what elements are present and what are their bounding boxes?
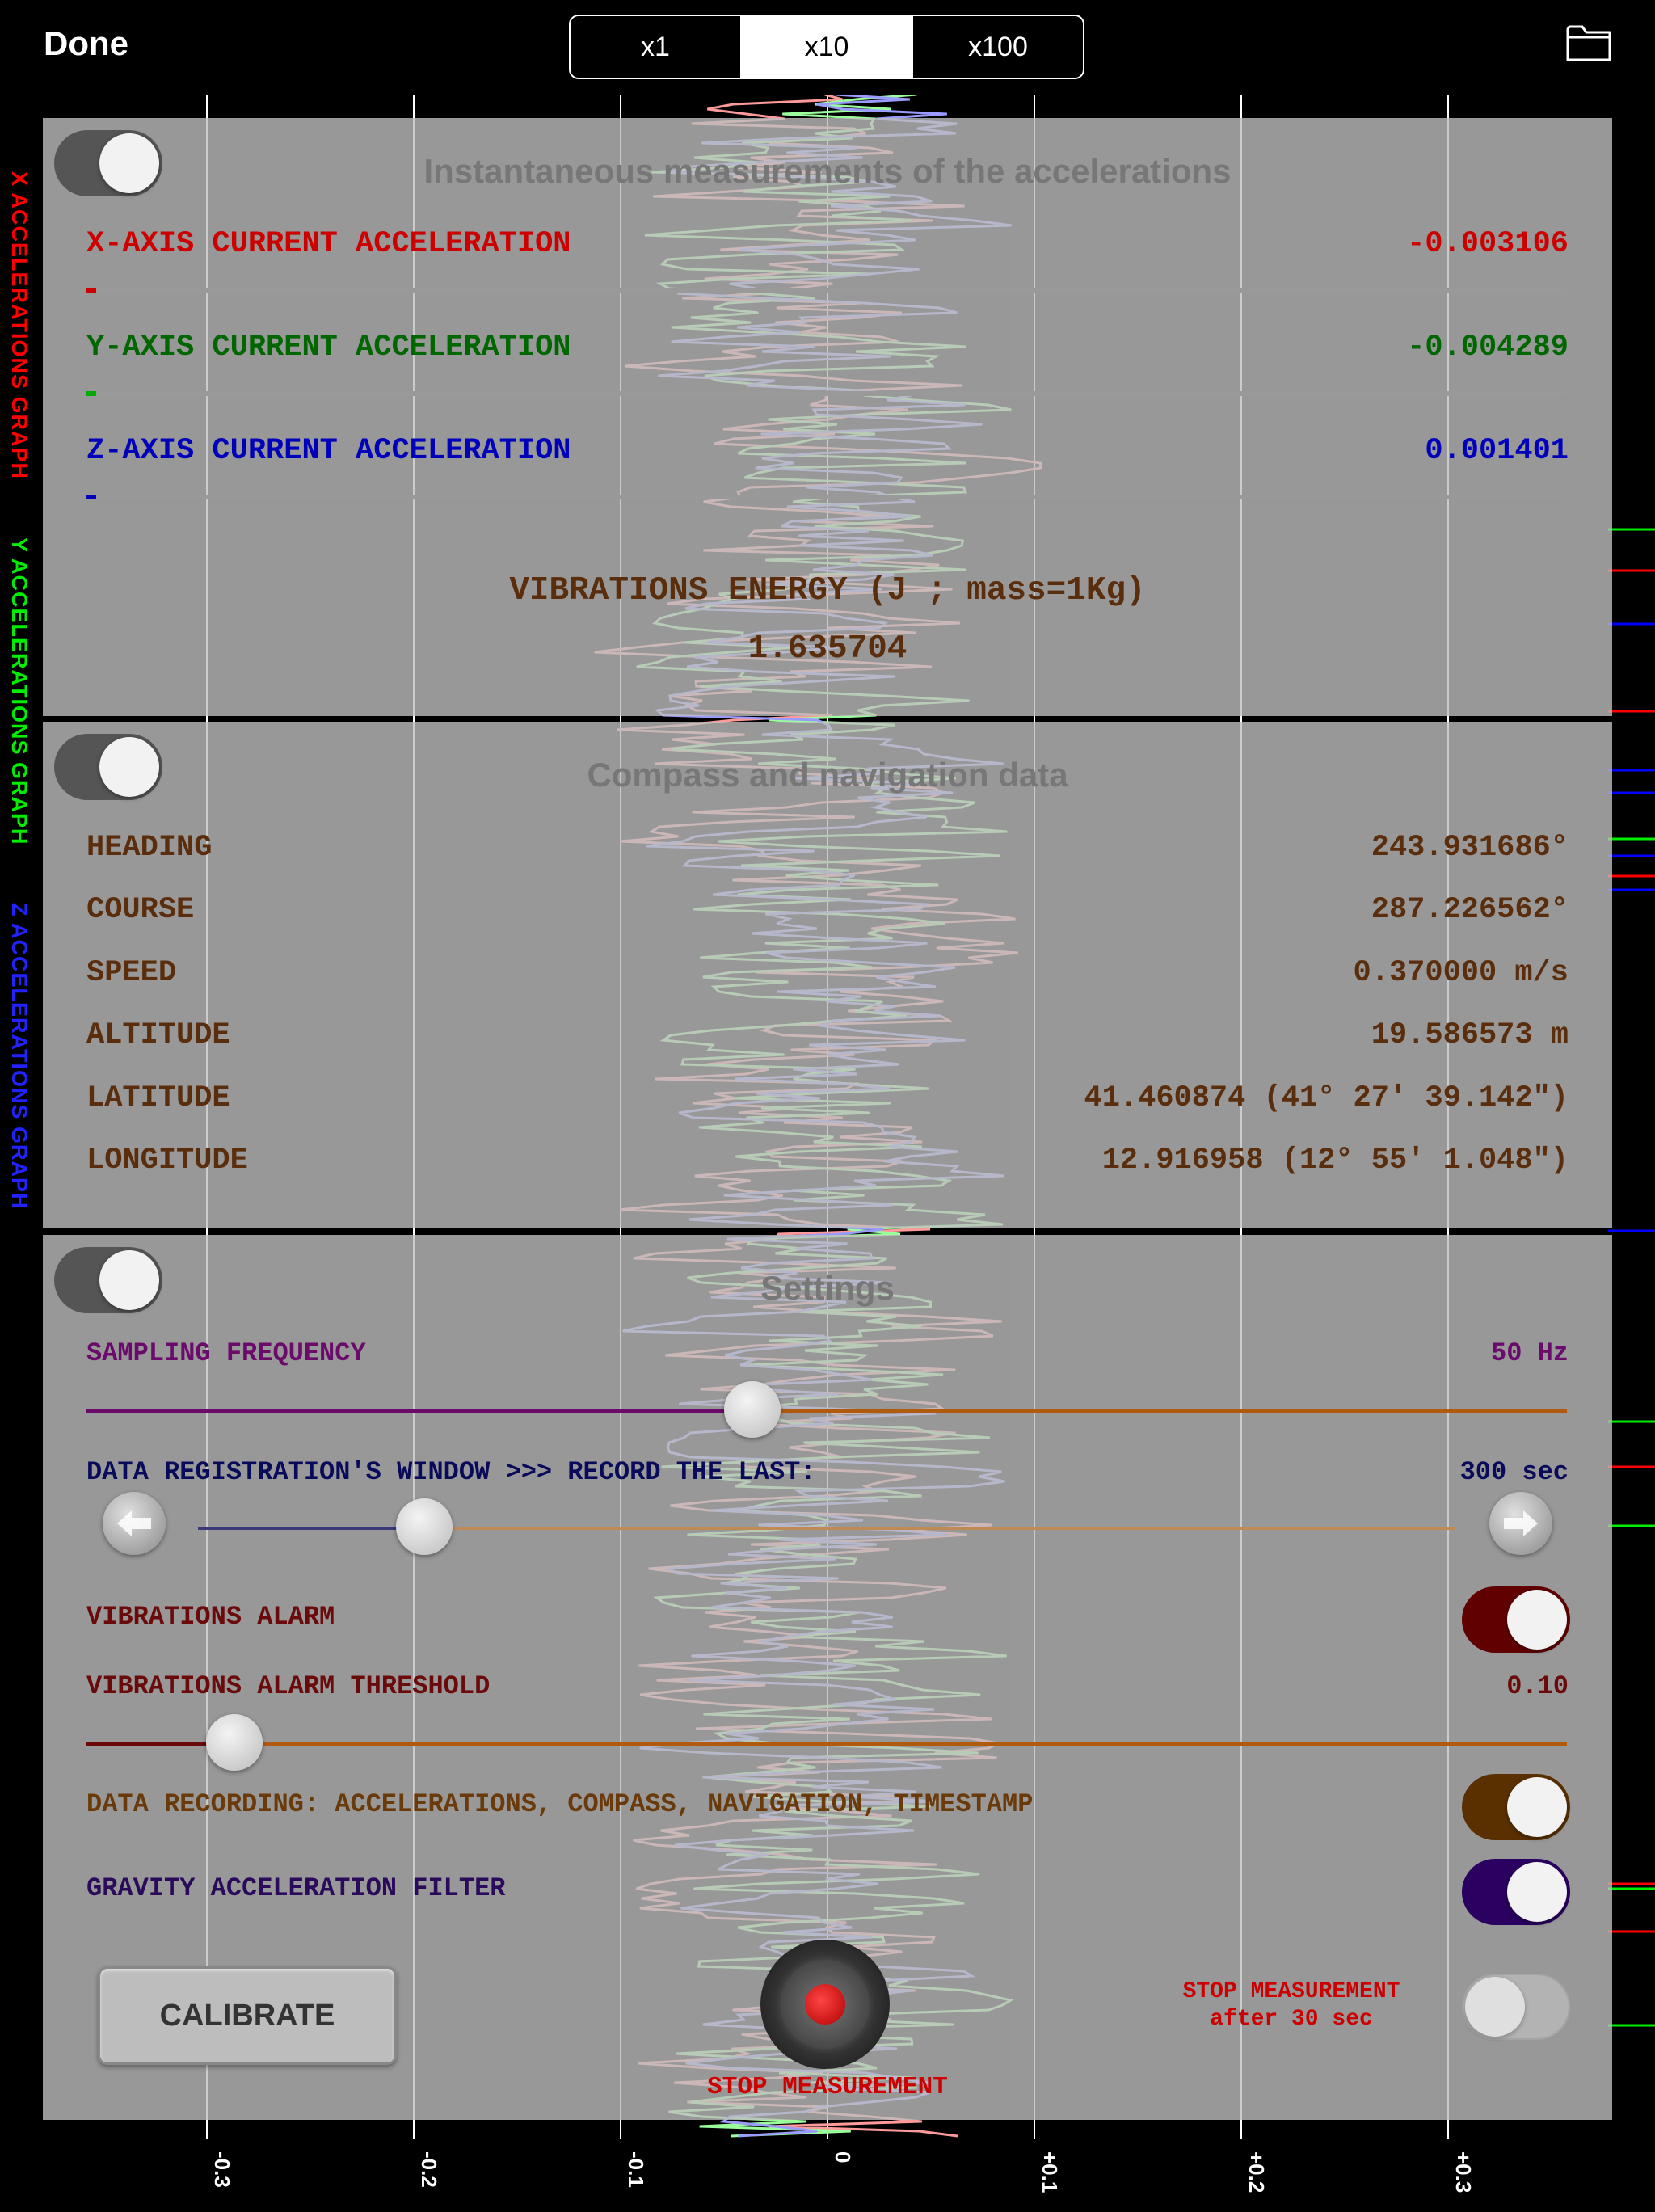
gravity-filter-toggle[interactable] <box>1462 1859 1570 1925</box>
calibrate-button[interactable]: CALIBRATE <box>98 1966 397 2065</box>
graph-tick-label: -0.2 <box>417 2151 441 2188</box>
graph-tick-label: -0.3 <box>210 2151 234 2188</box>
course-label: COURSE <box>86 893 195 927</box>
top-bar: Done x1 x10 x100 <box>0 0 1655 95</box>
stop-after-toggle[interactable] <box>1462 1974 1570 2040</box>
graph-tick-label: -0.1 <box>624 2151 648 2188</box>
z-acceleration-value: 0.001401 <box>1425 434 1569 468</box>
graph-tick-label: +0.1 <box>1038 2151 1062 2193</box>
folder-icon[interactable] <box>1565 23 1612 63</box>
z-graph-label: Z ACCELERATIONS GRAPH <box>7 903 32 1210</box>
altitude-label: ALTITUDE <box>86 1018 230 1052</box>
alarm-threshold-slider-thumb[interactable] <box>206 1714 263 1771</box>
vibrations-energy-value: 1.635704 <box>747 630 908 668</box>
gravity-filter-label: GRAVITY ACCELERATION FILTER <box>86 1873 506 1903</box>
arrow-left-icon <box>117 1510 151 1536</box>
latitude-label: LATITUDE <box>86 1081 230 1115</box>
stop-measurement-label: STOP MEASUREMENT <box>707 2073 948 2101</box>
longitude-value: 12.916958 (12° 55' 1.048") <box>1101 1144 1569 1178</box>
accelerations-panel: Instantaneous measurements of the accele… <box>43 118 1612 716</box>
compass-panel: Compass and navigation data HEADING 243.… <box>43 722 1612 1228</box>
scale-x100-segment[interactable]: x100 <box>912 16 1083 78</box>
heading-value: 243.931686° <box>1371 831 1569 865</box>
sampling-frequency-slider-thumb[interactable] <box>724 1381 781 1438</box>
data-recording-label: DATA RECORDING: ACCELERATIONS, COMPASS, … <box>86 1789 1034 1819</box>
compass-panel-title: Compass and navigation data <box>587 756 1068 794</box>
window-decrease-button[interactable] <box>103 1492 166 1555</box>
scale-x10-segment[interactable]: x10 <box>740 16 912 78</box>
z-acceleration-label: Z-AXIS CURRENT ACCELERATION <box>86 434 571 468</box>
stop-after-line1: STOP MEASUREMENT <box>1182 1979 1400 2004</box>
altitude-value: 19.586573 m <box>1371 1018 1569 1052</box>
sampling-frequency-label: SAMPLING FREQUENCY <box>86 1338 366 1368</box>
record-indicator-icon <box>805 1984 845 2025</box>
done-button[interactable]: Done <box>44 24 128 63</box>
vibrations-energy-label: VIBRATIONS ENERGY (J ; mass=1Kg) <box>509 572 1146 609</box>
scale-segmented-control: x1 x10 x100 <box>569 15 1084 79</box>
latitude-value: 41.460874 (41° 27' 39.142") <box>1084 1081 1569 1115</box>
course-value: 287.226562° <box>1371 893 1569 927</box>
registration-window-slider-thumb[interactable] <box>396 1498 453 1555</box>
sampling-frequency-slider[interactable] <box>86 1381 1567 1438</box>
graph-tick-label: +0.3 <box>1451 2151 1476 2193</box>
stop-measurement-button[interactable] <box>760 1940 890 2069</box>
x-acceleration-bar <box>86 288 1567 293</box>
z-acceleration-bar <box>86 495 1567 499</box>
stop-after-line2: after 30 sec <box>1210 2007 1373 2032</box>
accelerations-panel-title: Instantaneous measurements of the accele… <box>423 152 1232 190</box>
registration-window-value: 300 sec <box>1459 1457 1569 1487</box>
x-acceleration-label: X-AXIS CURRENT ACCELERATION <box>86 227 571 261</box>
scale-x1-segment[interactable]: x1 <box>571 16 740 78</box>
sampling-frequency-value: 50 Hz <box>1490 1338 1569 1368</box>
heading-label: HEADING <box>86 831 213 865</box>
data-recording-toggle[interactable] <box>1462 1774 1570 1840</box>
x-graph-label: X ACCELERATIONS GRAPH <box>7 171 32 480</box>
vibrations-alarm-toggle[interactable] <box>1462 1586 1570 1653</box>
y-acceleration-value: -0.004289 <box>1407 331 1569 364</box>
longitude-label: LONGITUDE <box>86 1144 248 1178</box>
registration-window-slider[interactable] <box>198 1498 1455 1555</box>
y-acceleration-bar <box>86 391 1567 396</box>
alarm-threshold-slider[interactable] <box>86 1714 1567 1771</box>
settings-panel: Settings SAMPLING FREQUENCY 50 Hz DATA R… <box>43 1235 1612 2120</box>
arrow-right-icon <box>1504 1510 1538 1536</box>
y-acceleration-label: Y-AXIS CURRENT ACCELERATION <box>86 331 571 364</box>
graph-tick-label: 0 <box>831 2151 855 2163</box>
alarm-threshold-label: VIBRATIONS ALARM THRESHOLD <box>86 1671 491 1701</box>
stop-after-label: STOP MEASUREMENT after 30 sec <box>1126 1978 1457 2033</box>
window-increase-button[interactable] <box>1489 1492 1552 1555</box>
speed-value: 0.370000 m/s <box>1353 956 1569 990</box>
vibrations-alarm-label: VIBRATIONS ALARM <box>86 1602 335 1632</box>
graph-tick-label: +0.2 <box>1244 2151 1269 2193</box>
y-graph-label: Y ACCELERATIONS GRAPH <box>7 537 32 845</box>
speed-label: SPEED <box>86 956 177 990</box>
alarm-threshold-value: 0.10 <box>1506 1671 1569 1701</box>
x-acceleration-value: -0.003106 <box>1407 227 1569 261</box>
settings-panel-title: Settings <box>760 1269 895 1307</box>
registration-window-label: DATA REGISTRATION'S WINDOW >>> RECORD TH… <box>86 1457 816 1487</box>
